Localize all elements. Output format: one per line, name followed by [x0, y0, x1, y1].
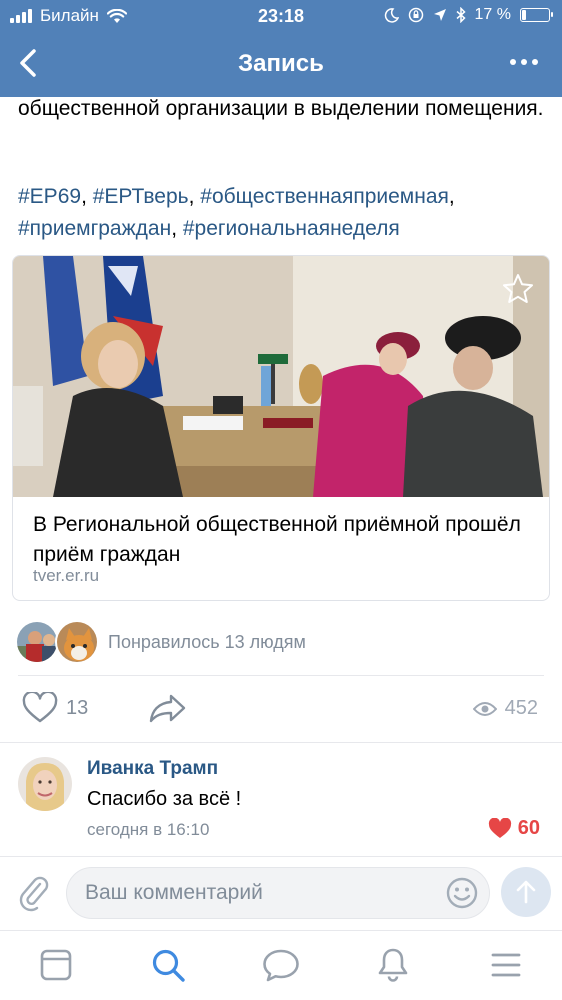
eye-icon — [472, 701, 497, 716]
status-right: 17 % — [384, 6, 553, 24]
hashtag-link[interactable]: #региональнаянеделя — [183, 217, 400, 240]
link-card[interactable]: В Региональной общественной приёмной про… — [12, 255, 550, 601]
heart-filled-icon — [488, 818, 511, 838]
messages-icon — [263, 949, 299, 982]
menu-icon — [491, 953, 521, 977]
attach-icon[interactable] — [16, 872, 50, 912]
comment-field[interactable] — [66, 867, 490, 919]
arrow-up-icon — [516, 880, 536, 904]
comment-author[interactable]: Иванка Трамп — [87, 758, 218, 780]
navbar: Запись — [0, 32, 562, 97]
notifications-icon — [378, 948, 408, 982]
hashtag-link[interactable]: #общественнаяприемная — [200, 185, 449, 208]
tab-bar — [0, 930, 562, 1000]
share-icon — [149, 694, 186, 723]
views-count: 452 — [504, 697, 538, 719]
link-card-domain: tver.er.ru — [33, 566, 100, 585]
star-icon[interactable] — [501, 272, 535, 306]
emoji-icon[interactable] — [445, 876, 479, 910]
hashtag-separator: , — [171, 217, 183, 240]
heart-outline-icon — [22, 692, 58, 723]
page-title: Запись — [238, 50, 324, 77]
like-count: 13 — [66, 696, 89, 719]
location-icon — [433, 9, 446, 21]
comment-time: сегодня в 16:10 — [87, 820, 210, 839]
views-counter: 452 — [472, 697, 538, 720]
comment-input-bar — [0, 856, 562, 930]
hashtag-separator: , — [81, 185, 93, 208]
comment-like-count: 60 — [517, 817, 540, 839]
header: Билайн 23:18 17 % Запись — [0, 0, 562, 97]
rotation-lock-icon — [408, 7, 423, 23]
divider — [0, 742, 562, 743]
like-button[interactable]: 13 — [22, 692, 88, 724]
hashtag-link[interactable]: #ЕР69 — [18, 185, 81, 208]
hashtag-separator: , — [448, 185, 455, 208]
comment-input[interactable] — [85, 868, 435, 918]
more-dots-icon — [510, 59, 516, 65]
status-bar: Билайн 23:18 17 % — [0, 0, 562, 32]
post-text: общественной организации в выделении пом… — [18, 97, 544, 120]
likes-summary[interactable]: Понравилось 13 людям — [108, 632, 306, 653]
tab-messages[interactable] — [261, 945, 301, 985]
hashtag-link[interactable]: #приемграждан — [18, 217, 171, 240]
hashtag-separator: , — [188, 185, 201, 208]
avatar — [55, 620, 99, 664]
hashtag-link[interactable]: #ЕРТверь — [93, 185, 189, 208]
battery-percent: 17 % — [474, 6, 511, 23]
comment-like-button[interactable]: 60 — [488, 817, 540, 840]
comment-avatar[interactable] — [18, 757, 72, 811]
bluetooth-icon — [456, 7, 466, 23]
link-card-image — [13, 256, 549, 497]
more-button[interactable] — [510, 59, 538, 65]
share-button[interactable] — [148, 692, 188, 729]
search-icon — [152, 949, 185, 982]
link-card-title: В Региональной общественной приёмной про… — [33, 513, 521, 566]
tab-notifications[interactable] — [373, 945, 413, 985]
likers-avatars[interactable] — [15, 620, 105, 666]
news-icon — [40, 949, 72, 981]
tab-menu[interactable] — [486, 945, 526, 985]
avatar — [15, 620, 59, 664]
battery-icon — [520, 8, 553, 22]
divider — [18, 675, 544, 676]
post-hashtags: #ЕР69, #ЕРТверь, #общественнаяприемная, … — [18, 181, 548, 245]
tab-news[interactable] — [36, 945, 76, 985]
tab-search[interactable] — [148, 945, 188, 985]
comment-text: Спасибо за всё ! — [87, 788, 242, 810]
moon-icon — [384, 7, 399, 23]
send-button[interactable] — [501, 867, 551, 917]
